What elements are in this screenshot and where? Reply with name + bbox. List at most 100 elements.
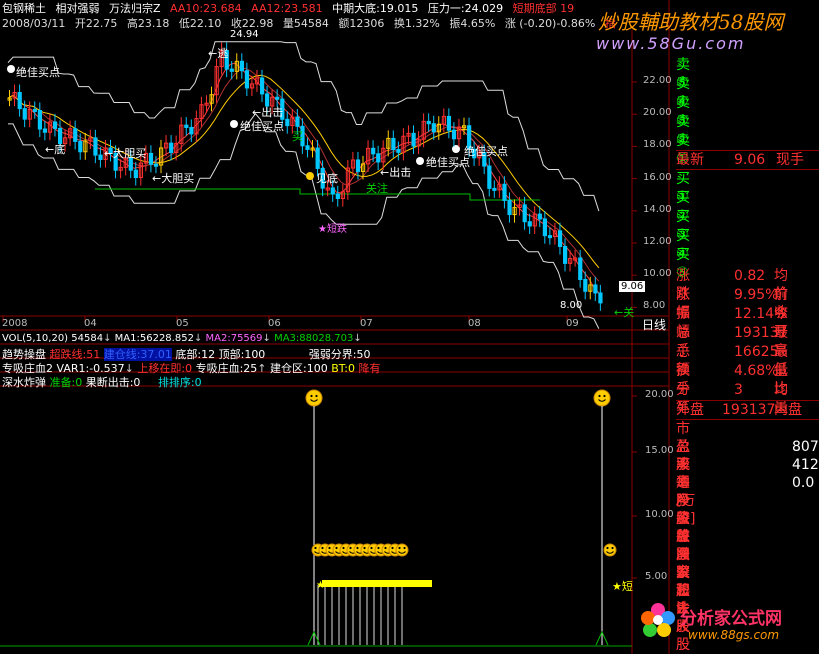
date-tick-label: 08 [468,318,481,329]
aa12-value: AA12:23.581 [251,2,323,15]
candle-body [492,187,497,191]
annotation-sell-out: ←出击 [380,166,412,179]
candle-body [98,154,103,160]
smiley-eye [363,546,366,550]
candle-body [371,147,376,155]
candle-body [335,193,340,199]
moving-average-line [7,74,600,269]
smiley-face [395,543,409,557]
aa10-value: AA10:23.684 [170,2,242,15]
inner-label: 内盘 [774,402,802,418]
date-tick-label: 07 [360,318,373,329]
star-marker: ★ [316,580,325,591]
candle-body [542,218,547,237]
bottom-site-url: www.88gs.com [688,628,780,642]
fundamental-value: 8073 [792,439,819,455]
lower-tick-label: 20.00 [645,389,674,400]
price-tick-label: 16.00 [643,171,672,183]
vol-line: VOL(5,10,20) 54584↓ MA1:56228.852↓ MA2:7… [2,333,362,344]
date-tick-label: 2008 [2,318,28,329]
bar-open: 开22.75 [74,17,118,30]
annotation-see-bottom: 见底 [316,172,338,185]
lower-star-tag: ★短 [612,580,633,593]
candle-body [426,120,431,125]
quote-field-value: 3 [734,382,743,398]
candle-body [396,149,401,153]
candle-body [411,132,416,147]
smiley-eye [349,546,352,550]
candle-body [184,124,189,128]
see-bottom-dot [306,172,314,180]
kline-chart[interactable]: ★ [0,0,819,654]
candle-body [148,152,154,165]
candle-body [295,116,300,127]
candle-body [502,183,507,201]
fundamental-value: 0.0 [792,475,815,491]
moving-average-line [7,67,600,282]
stock-name[interactable]: 包钢稀土 [2,2,46,15]
annotation-bottom: ←底 [45,143,66,156]
candle-body [78,140,83,153]
smiley-eye [314,546,317,550]
low-price-label: 8.00 [560,300,583,311]
smiley-eye [391,546,394,550]
smiley-eye [315,394,318,398]
latest-value: 9.06 [734,152,766,168]
price-tick-label: 18.00 [643,139,672,151]
header-line-1: 包钢稀土 相对强弱 万法归宗Z AA10:23.684 AA12:23.581 … [2,0,580,16]
smiley-eye [342,546,345,550]
candle-body [446,115,452,131]
smiley-eye [403,546,406,550]
price-tick-label: 10.00 [643,268,672,280]
bar-turnover: 换1.32% [393,17,440,30]
date-tick-label: 04 [84,318,97,329]
tab-relative-strength[interactable]: 相对强弱 [56,2,100,15]
date-tick-label: 06 [268,318,281,329]
moving-average-line [7,62,600,294]
candle-body [598,292,603,304]
outer-value: 193137 [722,402,776,418]
period-label[interactable]: 日线 [642,316,666,333]
candle-body [32,108,37,112]
candle-body [537,213,542,220]
short-bottom-tag: 短期底部 19 [512,2,575,15]
smiley-face [603,543,617,557]
site-url-watermark: www.58Gu.com [596,34,746,53]
candle-body [355,159,361,172]
tab-wanfa[interactable]: 万法归宗Z [109,2,161,15]
mid-bottom-value: 中期大底:19.015 [332,2,419,15]
bottom-logo-flower [640,602,676,638]
annotation-follow: 关注 [366,182,388,195]
current-price-tag: 9.06 [619,281,646,292]
candle-body [391,137,396,151]
smiley-eye [606,546,609,550]
lower-tick-label: 10.00 [645,509,674,520]
smiley-eye [398,546,401,550]
price-tick-label: 20.00 [643,107,672,119]
annotation-best-buy-1: 绝佳买点 [16,66,60,79]
date-tick-label: 05 [176,318,189,329]
best-buy-dot [230,120,238,128]
bar-amount: 额12306 [338,17,385,30]
candle-body [522,204,527,223]
candle-body [275,96,280,100]
candle-body [22,108,27,120]
candle-body [169,142,174,153]
smiley-eye [356,546,359,550]
candle-body [578,257,583,281]
candle-body [133,169,138,178]
candle-body [52,121,58,129]
bar-date: 2008/03/11 [2,17,66,30]
star-band [322,580,432,587]
candle-body [431,123,436,133]
price-tick-label: 12.00 [643,236,672,247]
best-buy-dot [7,65,15,73]
candle-body [315,147,320,169]
candle-body [376,153,381,163]
outer-inner-row: 外盘 193137 内盘 [676,400,819,420]
bar-volume: 量54584 [282,17,329,30]
candle-body [547,235,553,239]
candle-body [17,92,22,110]
candle-body [73,128,78,142]
price-tick-label: 8.00 [643,300,666,312]
